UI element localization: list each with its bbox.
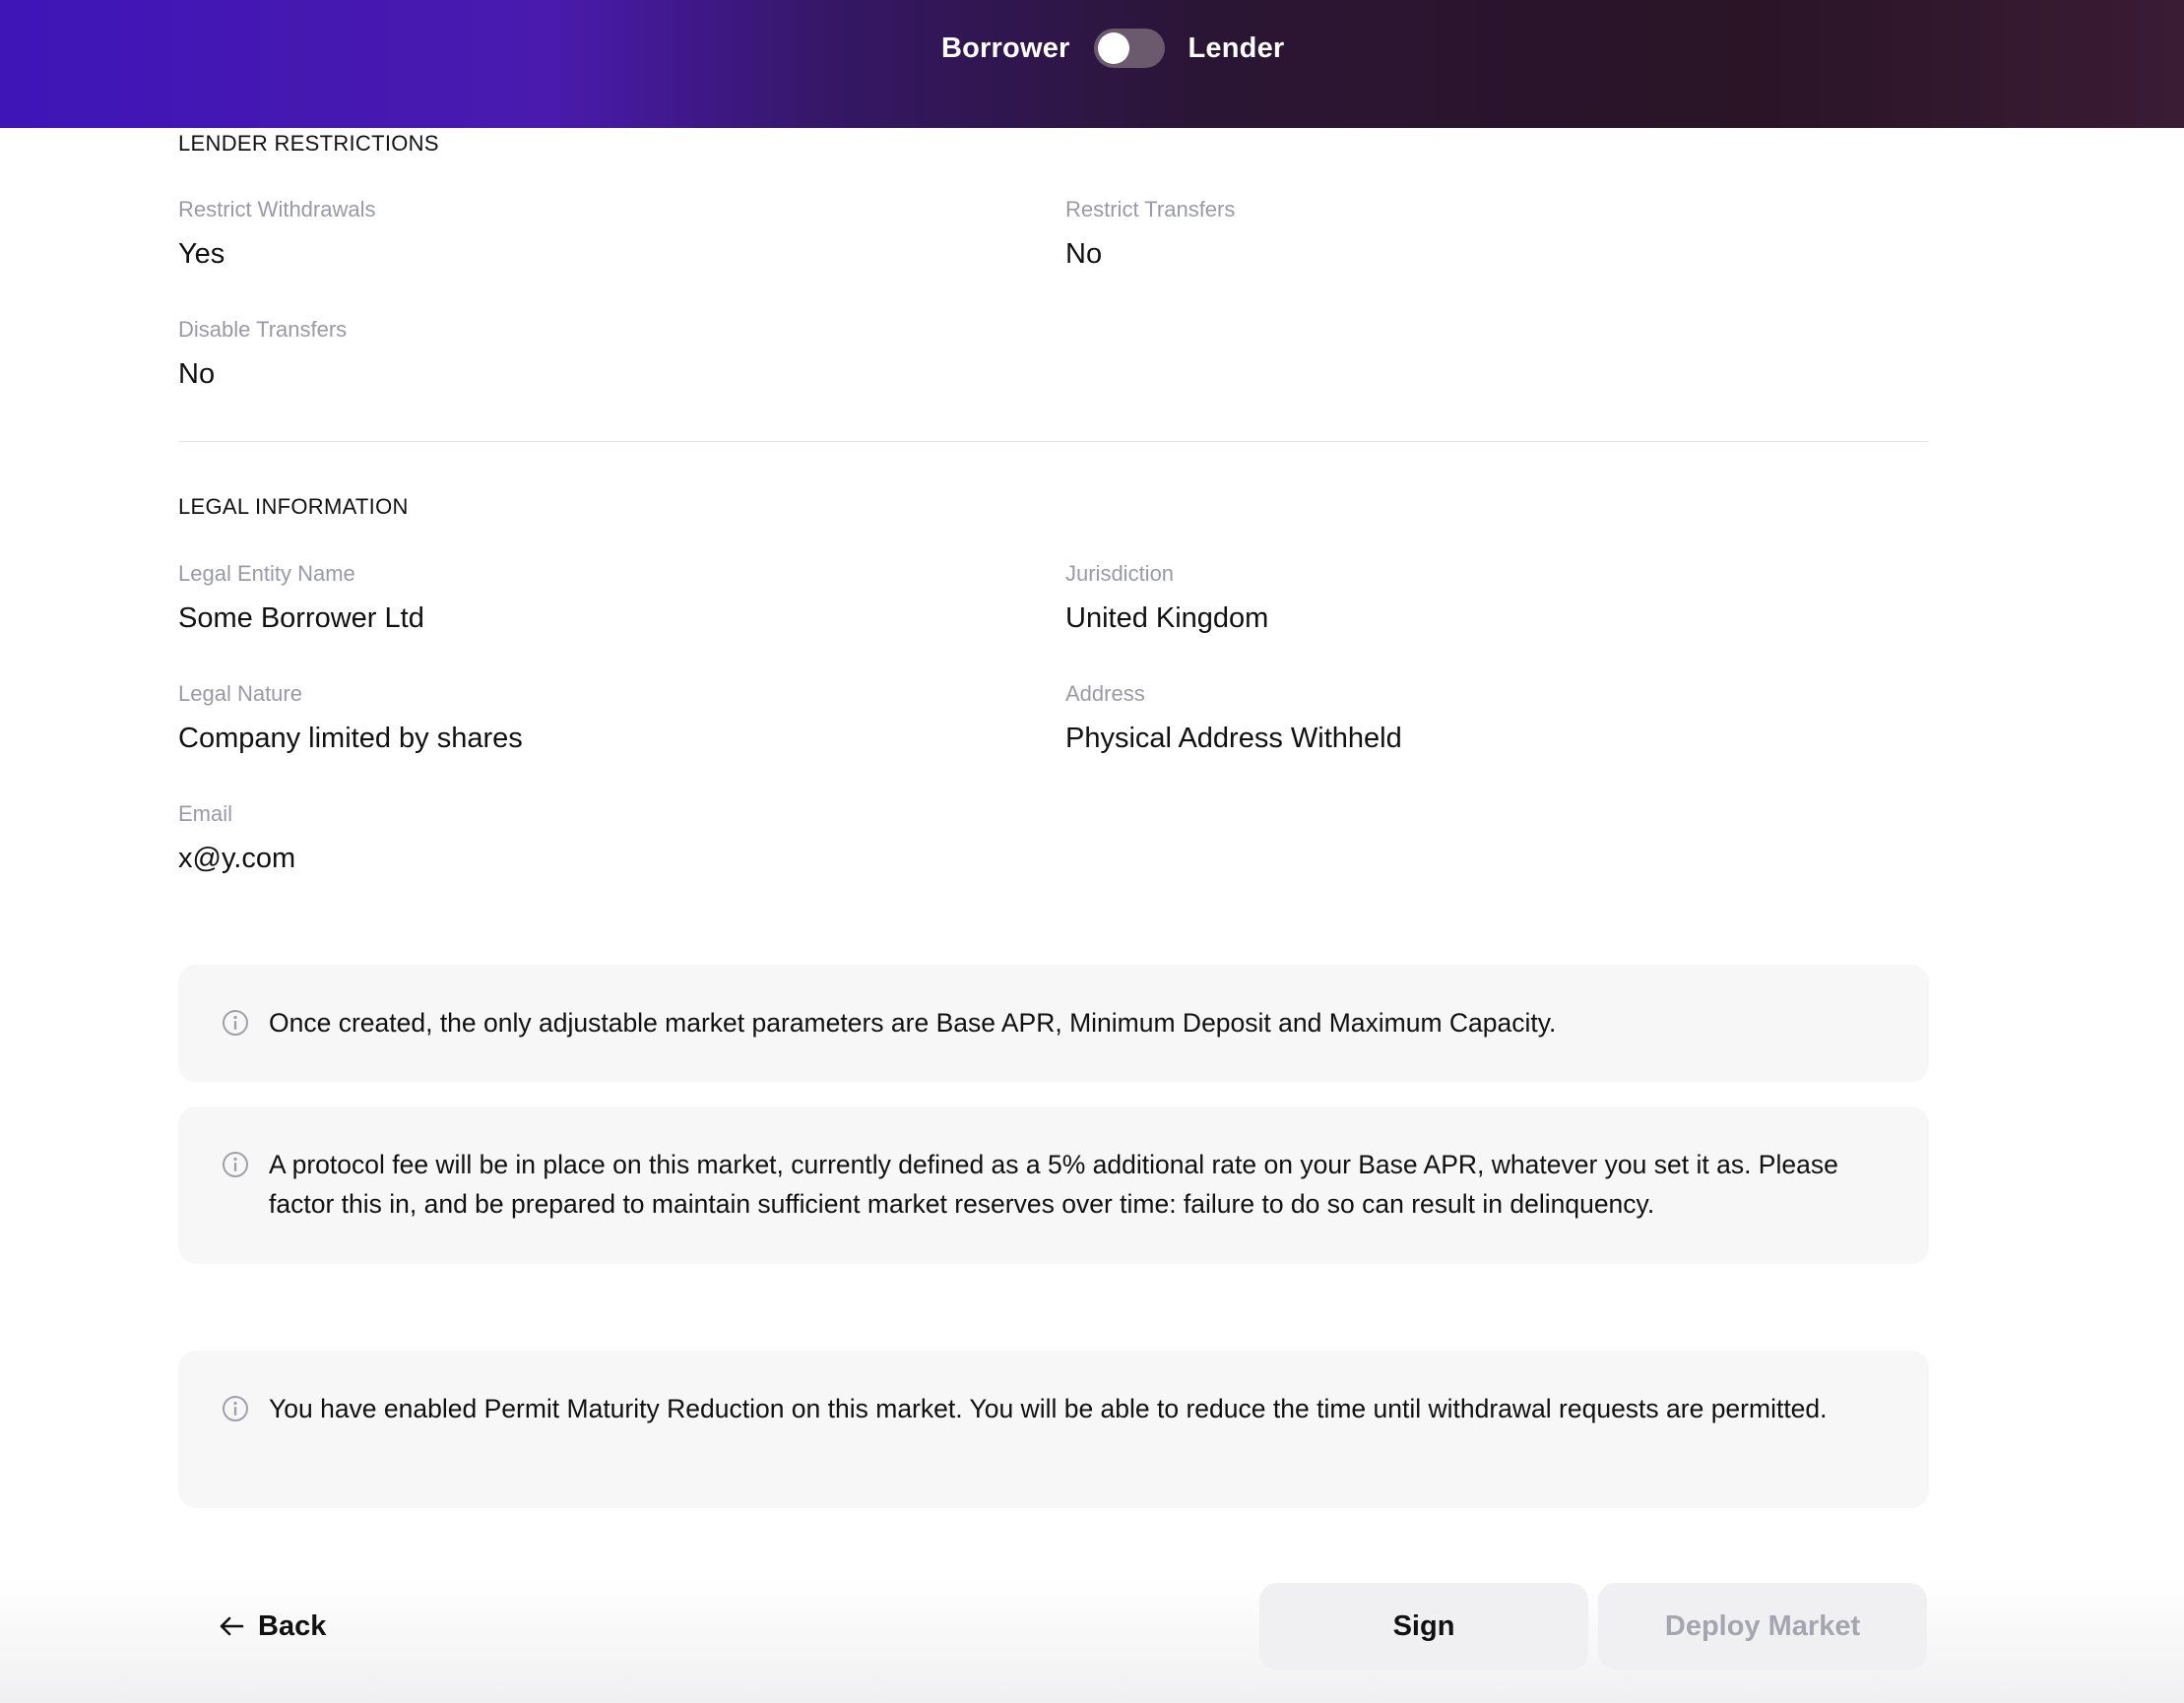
info-note-permit-maturity-reduction: You have enabled Permit Maturity Reducti… bbox=[178, 1351, 1929, 1508]
disable-transfers-value: No bbox=[178, 358, 216, 390]
back-label: Back bbox=[258, 1609, 327, 1642]
legal-nature-label: Legal Nature bbox=[178, 681, 302, 706]
info-icon bbox=[223, 1010, 248, 1036]
address-value: Physical Address Withheld bbox=[1065, 723, 1402, 754]
restrict-transfers-label: Restrict Transfers bbox=[1065, 197, 1236, 221]
borrower-label[interactable]: Borrower bbox=[941, 32, 1070, 65]
role-toggle-switch[interactable] bbox=[1093, 29, 1165, 68]
arrow-left-icon bbox=[220, 1616, 244, 1636]
deploy-market-button[interactable]: Deploy Market bbox=[1598, 1583, 1927, 1670]
info-icon bbox=[223, 1152, 248, 1177]
role-toggle-group: Borrower Lender bbox=[941, 0, 1284, 96]
lender-restrictions-title: LENDER RESTRICTIONS bbox=[178, 131, 439, 156]
note-text: You have enabled Permit Maturity Reducti… bbox=[269, 1394, 1828, 1423]
legal-nature-value: Company limited by shares bbox=[178, 723, 523, 754]
info-icon bbox=[223, 1396, 248, 1421]
back-button[interactable]: Back bbox=[219, 1605, 326, 1648]
info-note-protocol-fee: A protocol fee will be in place on this … bbox=[178, 1106, 1929, 1264]
email-value: x@y.com bbox=[178, 843, 296, 874]
address-label: Address bbox=[1065, 681, 1145, 706]
legal-entity-name-label: Legal Entity Name bbox=[178, 561, 355, 586]
toggle-knob bbox=[1097, 32, 1129, 64]
note-text: A protocol fee will be in place on this … bbox=[269, 1150, 1838, 1219]
info-note-adjustable-parameters: Once created, the only adjustable market… bbox=[178, 965, 1929, 1082]
restrict-withdrawals-label: Restrict Withdrawals bbox=[178, 197, 376, 221]
disable-transfers-label: Disable Transfers bbox=[178, 317, 348, 342]
restrict-withdrawals-value: Yes bbox=[178, 238, 225, 270]
top-navigation-bar: Borrower Lender bbox=[0, 0, 2184, 128]
jurisdiction-label: Jurisdiction bbox=[1065, 561, 1175, 586]
legal-entity-name-value: Some Borrower Ltd bbox=[178, 602, 424, 634]
legal-information-title: LEGAL INFORMATION bbox=[178, 494, 409, 519]
section-divider bbox=[178, 441, 1929, 442]
lender-label[interactable]: Lender bbox=[1188, 32, 1285, 65]
sign-button[interactable]: Sign bbox=[1259, 1583, 1588, 1670]
restrict-transfers-value: No bbox=[1065, 238, 1103, 270]
note-text: Once created, the only adjustable market… bbox=[269, 1008, 1557, 1038]
jurisdiction-value: United Kingdom bbox=[1065, 602, 1269, 634]
email-label: Email bbox=[178, 801, 233, 826]
